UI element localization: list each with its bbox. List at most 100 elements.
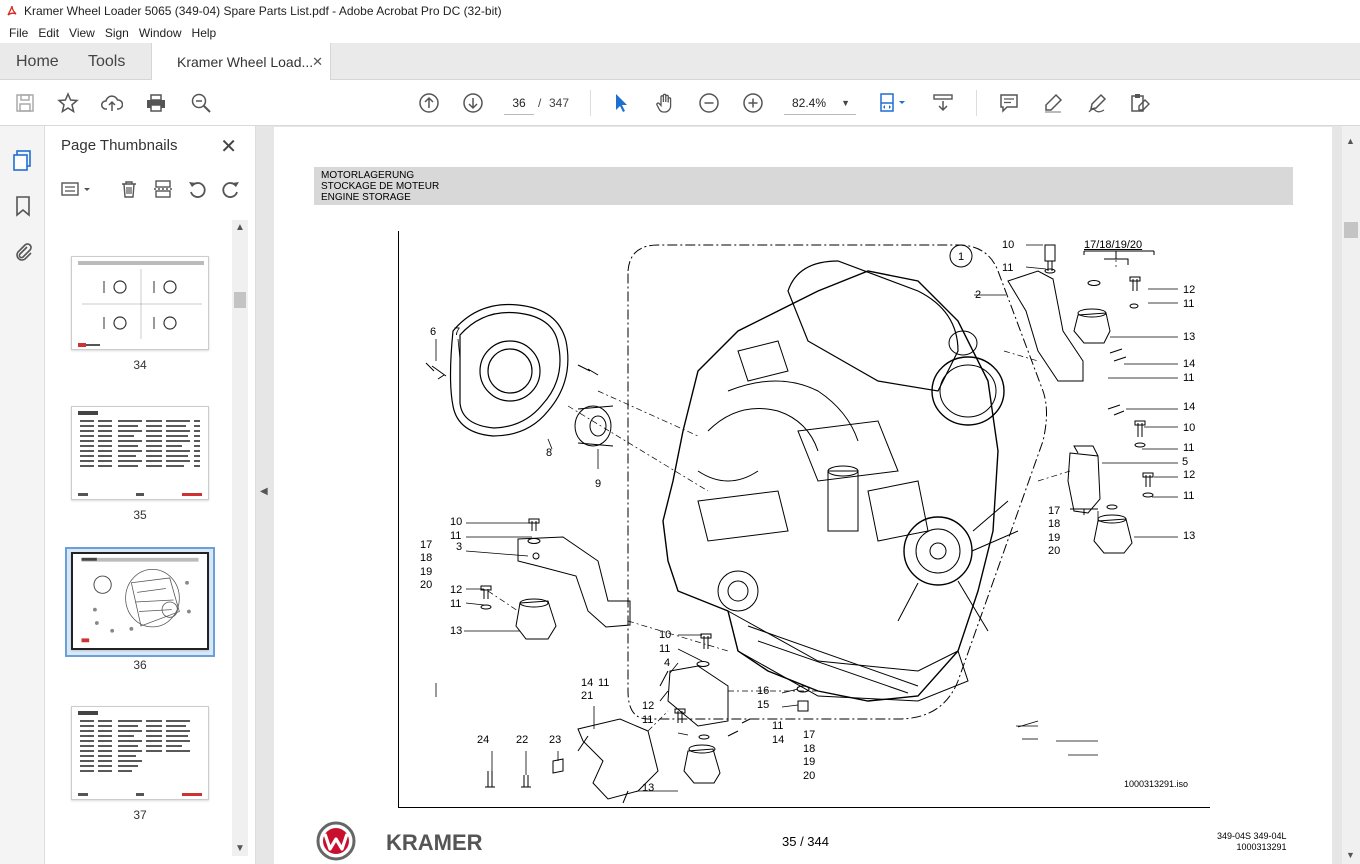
callout-11: 11 [598, 677, 610, 689]
drawing-reference: 1000313291.iso [1124, 779, 1189, 789]
scroll-down-icon[interactable]: ▼ [235, 843, 245, 854]
callout-11: 11 [1183, 298, 1195, 310]
callout-8: 8 [546, 447, 553, 459]
sign-pen-icon[interactable] [1084, 90, 1110, 116]
scroll-up-icon[interactable]: ▲ [235, 222, 245, 233]
thumbnail-page-36[interactable] [71, 552, 209, 650]
callout-20: 20 [420, 579, 433, 591]
window-title: Kramer Wheel Loader 5065 (349-04) Spare … [24, 4, 502, 18]
callout-1: 1 [958, 251, 965, 263]
callout-5: 5 [1182, 456, 1189, 468]
callout-12: 12 [1183, 284, 1196, 296]
tab-home[interactable]: Home [16, 43, 59, 80]
callout-4: 4 [664, 657, 671, 669]
zoom-level-select[interactable]: 82.4% ▼ [784, 91, 856, 115]
thumbnail-toolbar [59, 176, 249, 202]
menu-window[interactable]: Window [134, 26, 187, 40]
highlight-pen-icon[interactable] [1040, 90, 1066, 116]
callout-12: 12 [450, 584, 463, 596]
zoom-search-icon[interactable] [188, 90, 214, 116]
next-page-icon[interactable] [460, 90, 486, 116]
callout-11: 11 [1002, 262, 1014, 274]
callout-11: 11 [450, 530, 462, 542]
menu-view[interactable]: View [64, 26, 100, 40]
callout-11: 11 [659, 643, 671, 655]
print-icon[interactable] [143, 90, 169, 116]
zoom-out-icon[interactable] [696, 90, 722, 116]
extract-pages-icon[interactable] [151, 176, 175, 202]
scroll-mode-icon[interactable] [930, 90, 956, 116]
page-thumbnails-icon[interactable] [11, 148, 35, 172]
scroll-up-icon[interactable]: ▲ [1346, 136, 1355, 146]
callout-19: 19 [420, 566, 433, 578]
comment-icon[interactable] [996, 90, 1022, 116]
menu-sign[interactable]: Sign [100, 26, 134, 40]
callout-2: 2 [975, 289, 982, 301]
thumbnail-page-37[interactable] [71, 706, 209, 800]
attachments-icon[interactable] [11, 239, 35, 263]
menu-edit[interactable]: Edit [33, 26, 64, 40]
fit-page-icon[interactable] [874, 90, 912, 116]
bookmark-star-icon[interactable] [55, 90, 81, 116]
callout-13: 13 [1183, 331, 1196, 343]
callout-3: 3 [456, 541, 463, 553]
callout-10: 10 [1183, 422, 1196, 434]
acrobat-icon [7, 5, 17, 16]
tab-document[interactable]: Kramer Wheel Load... ✕ [151, 43, 331, 80]
thumbnail-options-icon[interactable] [59, 176, 95, 202]
thumbnail-preview [81, 557, 199, 643]
callout-13: 13 [450, 625, 463, 637]
menu-file[interactable]: File [4, 26, 33, 40]
thumbnail-scrollbar[interactable]: ▲ ▼ [232, 220, 248, 856]
callout-17: 17 [803, 729, 816, 741]
previous-page-icon[interactable] [416, 90, 442, 116]
callout-12: 12 [642, 700, 655, 712]
page-thumbnails-panel: Page Thumbnails ✕ ▲ ▼ 34 35 36 37 [45, 126, 256, 864]
callout-24: 24 [477, 734, 490, 746]
save-icon[interactable] [12, 90, 38, 116]
page-number-input[interactable]: 36 [504, 91, 534, 115]
callout-6: 6 [430, 326, 437, 338]
select-cursor-icon[interactable] [608, 90, 634, 116]
panel-title: Page Thumbnails [61, 137, 178, 154]
callout-14: 14 [772, 734, 785, 746]
scroll-down-icon[interactable]: ▼ [1346, 850, 1355, 860]
header-german: MOTORLAGERUNG [321, 170, 415, 181]
thumbnail-page-34[interactable] [71, 256, 209, 350]
callout-12: 12 [1183, 469, 1196, 481]
section-header: MOTORLAGERUNG STOCKAGE DE MOTEUR ENGINE … [314, 167, 1293, 205]
chevron-down-icon: ▼ [841, 98, 850, 108]
title-bar: Kramer Wheel Loader 5065 (349-04) Spare … [0, 0, 1360, 22]
tab-close-icon[interactable]: ✕ [312, 54, 323, 70]
menu-help[interactable]: Help [187, 26, 222, 40]
thumbnail-page-35[interactable] [71, 406, 209, 500]
rotate-right-icon[interactable] [219, 176, 243, 202]
pdf-page: MOTORLAGERUNG STOCKAGE DE MOTEUR ENGINE … [274, 127, 1332, 864]
close-icon[interactable]: ✕ [220, 134, 237, 159]
engine-exploded-drawing [425, 244, 1178, 804]
delete-page-icon[interactable] [117, 176, 141, 202]
collapse-panel-icon[interactable]: ◀ [260, 486, 268, 497]
thumbnail-label: 36 [133, 658, 147, 672]
callout-19: 19 [1048, 532, 1061, 544]
footer-page-number: 35 / 344 [782, 834, 829, 849]
fill-sign-icon[interactable] [1127, 90, 1153, 116]
zoom-in-icon[interactable] [740, 90, 766, 116]
rotate-left-icon[interactable] [185, 176, 209, 202]
thumbnail-label: 35 [133, 508, 147, 522]
scroll-handle[interactable] [1344, 222, 1358, 238]
header-english: ENGINE STORAGE [321, 192, 411, 203]
callout-11: 11 [1183, 490, 1195, 502]
thumbnail-preview [78, 711, 202, 796]
callout-18: 18 [1048, 518, 1061, 530]
callout-11: 11 [1183, 372, 1195, 384]
callout-19: 19 [803, 756, 816, 768]
callout-14: 14 [581, 677, 594, 689]
tab-tools[interactable]: Tools [88, 43, 125, 80]
scroll-handle[interactable] [234, 292, 246, 308]
callout-21: 21 [581, 690, 594, 702]
hand-tool-icon[interactable] [652, 90, 678, 116]
upload-cloud-icon[interactable] [99, 90, 125, 116]
document-scrollbar[interactable]: ▲ ▼ [1342, 126, 1360, 864]
bookmarks-icon[interactable] [11, 194, 35, 218]
